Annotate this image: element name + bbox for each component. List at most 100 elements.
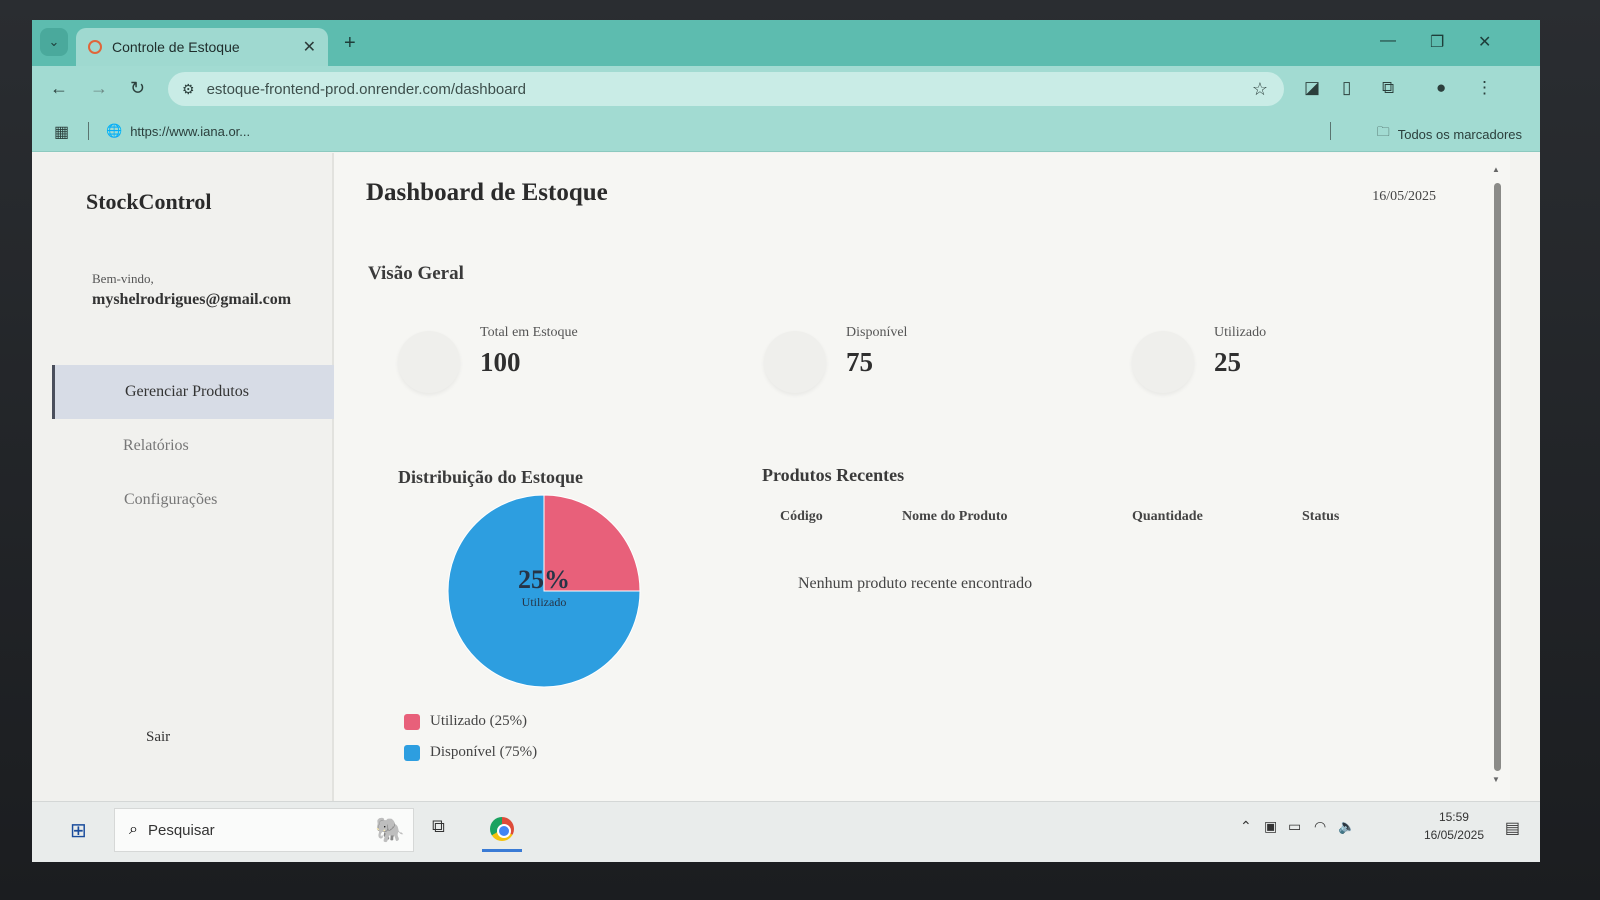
welcome-text: Bem-vindo, [92,271,154,286]
minimize-button[interactable]: — [1380,32,1396,50]
clock-time: 15:59 [1438,810,1469,824]
reload-button[interactable]: ↻ [130,78,145,99]
pie-center-value: 25% [518,565,570,594]
extensions-icon[interactable]: ⧉ [1382,78,1394,98]
bookmarks-bar: ▦ 🌐 https://www.iana.or... 🗀 Todos os ma… [32,112,1540,152]
back-button[interactable]: ← [50,78,68,99]
chrome-taskbar-icon[interactable] [482,808,522,852]
scrollbar-thumb[interactable] [1494,183,1501,771]
stat-circle [764,331,826,393]
globe-icon: 🌐 [106,123,123,138]
close-window-button[interactable]: ✕ [1478,32,1491,52]
distribution-title: Distribuição do Estoque [398,467,584,487]
notification-icon[interactable]: ▤ [1505,818,1520,838]
new-tab-button[interactable]: + [344,32,356,55]
browser-toolbar: ← → ↻ ⚙ estoque-frontend-prod.onrender.c… [32,66,1540,112]
url-text: estoque-frontend-prod.onrender.com/dashb… [206,80,526,98]
windows-start-icon[interactable]: ⊞ [70,818,87,843]
search-icon: ⌕ [129,821,138,838]
battery-icon[interactable]: ▭ [1288,818,1301,835]
reading-mode-icon[interactable]: ▯ [1342,78,1351,98]
bookmark-separator [1330,122,1331,140]
taskbar-search-input[interactable]: ⌕ Pesquisar 🐘 [114,808,414,852]
table-header-nome: Nome do Produto [902,509,1008,524]
bookmark-label: https://www.iana.or... [130,123,251,139]
forward-button[interactable]: → [90,78,108,99]
sidebar-item-gerenciar-produtos[interactable]: Gerenciar Produtos [52,365,334,419]
all-bookmarks-button[interactable]: 🗀 Todos os marcadores [1377,123,1522,145]
profile-avatar[interactable]: ● [1436,78,1446,98]
apps-grid-icon[interactable]: ▦ [54,122,69,142]
translate-icon[interactable]: ◪ [1304,78,1320,98]
tab-search-button[interactable]: ⌄ [40,28,68,56]
main-panel: Dashboard de Estoque 16/05/2025 Visão Ge… [336,153,1482,801]
page-content: StockControl Bem-vindo, myshelrodrigues@… [32,153,1510,801]
stat-card-total: Total em Estoque 100 [398,325,698,405]
chrome-icon [490,816,514,841]
task-view-icon[interactable]: ⧉ [432,816,445,837]
pie-center-caption: Utilizado [521,595,567,609]
recent-products-title: Produtos Recentes [762,465,905,485]
sidebar-item-relatorios[interactable]: Relatórios [52,419,334,473]
browser-tab-bar: ⌄ Controle de Estoque ✕ + — ❐ ✕ [32,20,1540,66]
tab-title: Controle de Estoque [112,39,240,55]
screen: ⌄ Controle de Estoque ✕ + — ❐ ✕ ← → ↻ ⚙ … [32,20,1540,862]
legend-swatch [404,744,420,761]
stat-value: 75 [846,347,873,377]
wifi-icon[interactable]: ◠ [1314,818,1326,835]
legend-label: Disponível (75%) [430,744,538,760]
legend-item-disponivel: Disponível (75%) [404,744,537,761]
table-header-codigo: Código [780,509,823,524]
all-bookmarks-label: Todos os marcadores [1397,126,1522,142]
stat-circle [1132,331,1194,393]
stat-label: Disponível [846,325,908,340]
tray-meet-icon[interactable]: ▣ [1264,818,1277,835]
legend-swatch [404,713,420,730]
search-placeholder: Pesquisar [147,821,215,839]
tray-chevron-icon[interactable]: ⌃ [1240,818,1252,835]
brand-logo-text: StockControl [86,189,212,214]
search-highlight-image: 🐘 [375,816,405,844]
volume-icon[interactable]: 🔈 [1338,818,1355,835]
pie-chart: 25% Utilizado [446,493,642,689]
sidebar: StockControl Bem-vindo, myshelrodrigues@… [32,153,334,801]
menu-icon[interactable]: ⋮ [1476,78,1493,98]
folder-icon: 🗀 [1376,124,1390,139]
favicon-icon [88,40,102,54]
stat-card-utilizado: Utilizado 25 [1132,325,1432,405]
current-date: 16/05/2025 [1372,189,1436,204]
sidebar-item-label: Relatórios [123,437,189,454]
browser-tab-active[interactable]: Controle de Estoque ✕ [76,28,328,66]
table-header-status: Status [1302,509,1340,524]
stat-value: 25 [1214,347,1241,377]
logout-button[interactable]: Sair [146,729,170,746]
scroll-down-arrow[interactable]: ▼ [1492,775,1500,784]
page-title: Dashboard de Estoque [366,179,608,206]
overview-title: Visão Geral [368,263,464,284]
sidebar-item-label: Configurações [124,491,218,508]
user-email: myshelrodrigues@gmail.com [92,291,292,308]
clock-date: 16/05/2025 [1423,828,1484,842]
restore-button[interactable]: ❐ [1430,32,1444,52]
page-scrollbar[interactable]: ▲ ▼ [1492,165,1502,785]
address-bar[interactable]: ⚙ estoque-frontend-prod.onrender.com/das… [168,72,1284,106]
taskbar-clock[interactable]: 15:59 16/05/2025 [1424,808,1484,844]
table-header-quantidade: Quantidade [1132,509,1203,524]
stat-circle [398,331,460,393]
empty-table-message: Nenhum produto recente encontrado [798,575,1033,592]
stat-label: Utilizado [1214,325,1267,340]
sidebar-item-configuracoes[interactable]: Configurações [52,473,334,527]
close-tab-icon[interactable]: ✕ [303,37,316,57]
site-info-icon[interactable]: ⚙ [182,81,195,98]
bookmark-item[interactable]: 🌐 https://www.iana.or... [106,123,250,139]
sidebar-item-label: Gerenciar Produtos [125,383,249,400]
windows-taskbar: ⊞ ⌕ Pesquisar 🐘 ⧉ ⌃ ▣ ▭ ◠ 🔈 15:59 16/05/… [32,801,1540,862]
stat-label: Total em Estoque [480,325,578,340]
stat-card-disponivel: Disponível 75 [764,325,1064,405]
pie-center-label: 25% Utilizado [446,565,642,610]
stat-value: 100 [480,347,521,377]
legend-item-utilizado: Utilizado (25%) [404,713,527,730]
scroll-up-arrow[interactable]: ▲ [1492,165,1500,174]
bookmark-separator [88,122,89,140]
bookmark-star-icon[interactable]: ☆ [1252,79,1268,100]
